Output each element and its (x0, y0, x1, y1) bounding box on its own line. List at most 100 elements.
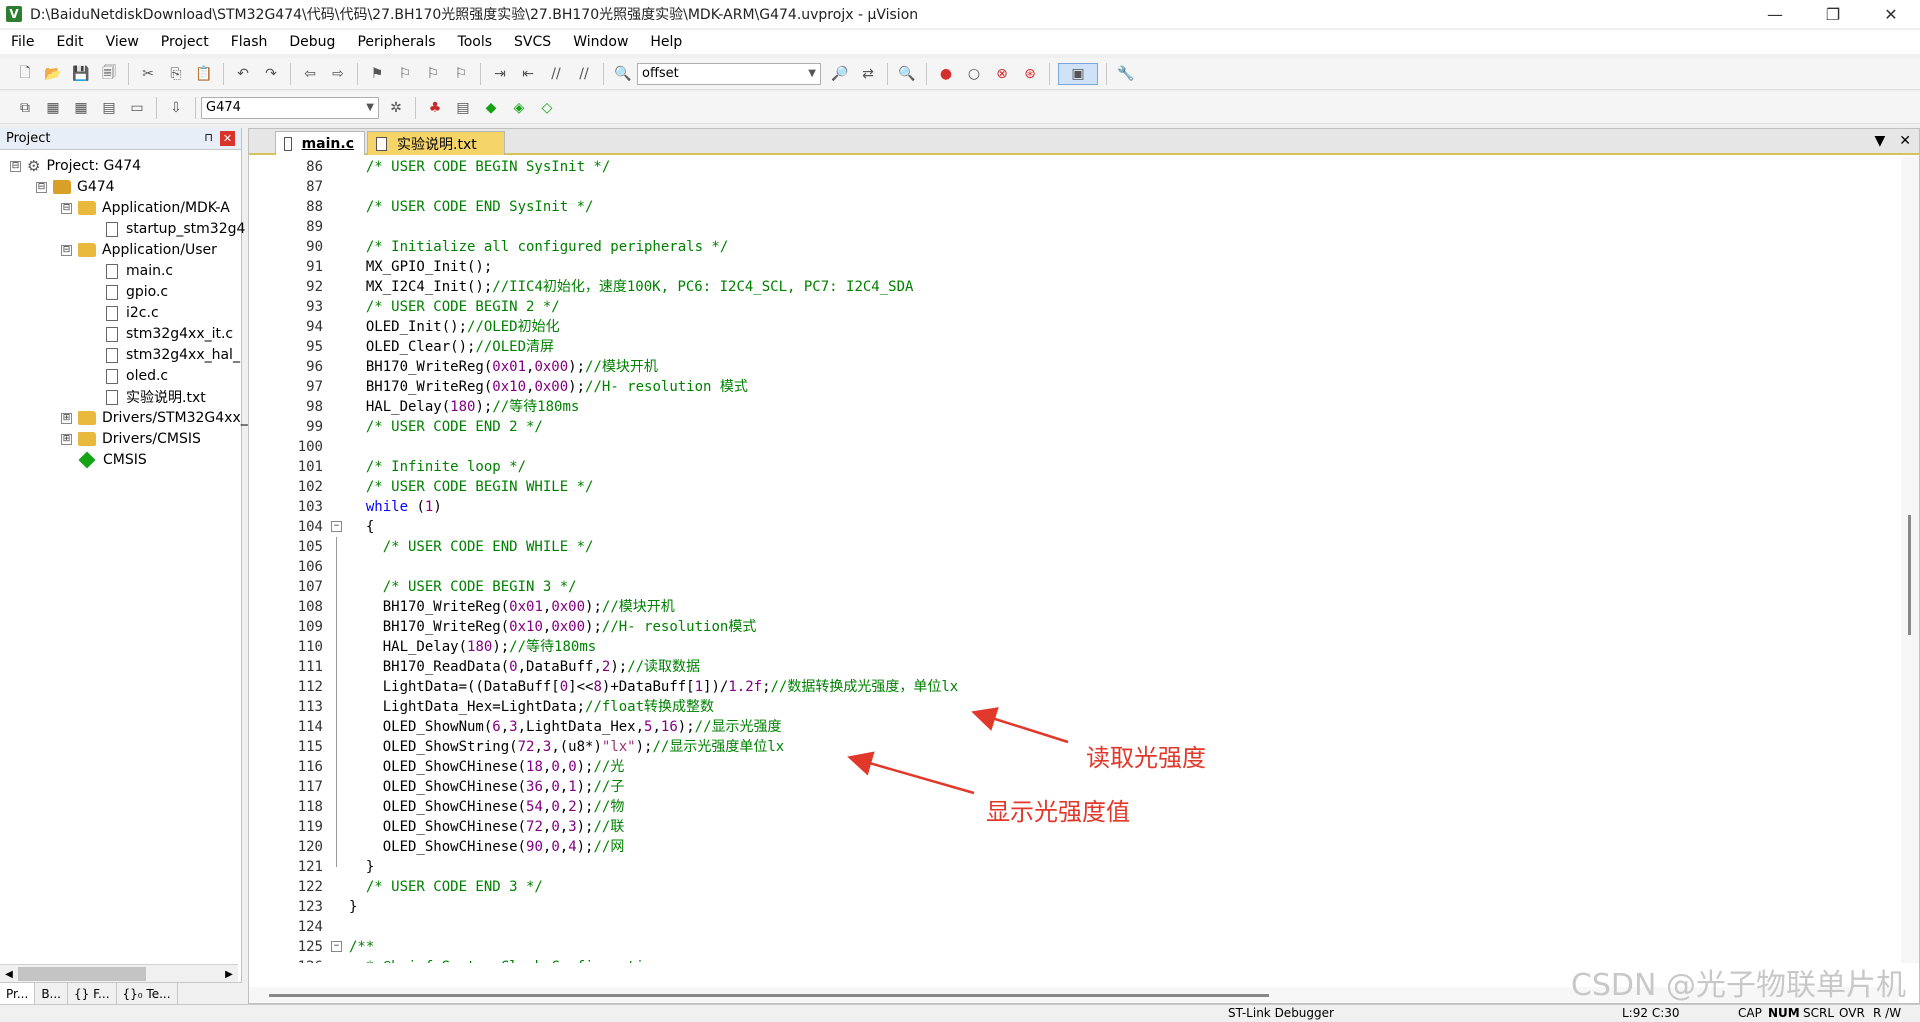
minimize-button[interactable]: — (1746, 0, 1804, 28)
code-line[interactable]: 122 /* USER CODE END 3 */ (249, 877, 1899, 897)
kill-breakpoints-icon[interactable]: ⊛ (1019, 63, 1041, 85)
disable-breakpoints-icon[interactable]: ⊗ (991, 63, 1013, 85)
tab-main-c[interactable]: main.c (275, 131, 365, 155)
fold-collapse-icon[interactable]: − (331, 941, 342, 952)
save-icon[interactable]: 💾 (70, 63, 92, 85)
scroll-thumb[interactable] (269, 994, 1269, 997)
next-bookmark-icon[interactable]: ⚐ (422, 63, 444, 85)
code-line[interactable]: 113 LightData_Hex=LightData;//float转换成整数 (249, 697, 1899, 717)
pin-icon[interactable]: ⊓ (204, 131, 213, 144)
code-line[interactable]: 121 } (249, 857, 1899, 877)
code-line[interactable]: 86 /* USER CODE BEGIN SysInit */ (249, 157, 1899, 177)
select-packs-icon[interactable]: ◆ (480, 97, 502, 119)
code-line[interactable]: 98 HAL_Delay(180);//等待180ms (249, 397, 1899, 417)
code-line[interactable]: 103 while (1) (249, 497, 1899, 517)
code-line[interactable]: 96 BH170_WriteReg(0x01,0x00);//模块开机 (249, 357, 1899, 377)
code-editor[interactable]: 86 /* USER CODE BEGIN SysInit */87 88 /* … (249, 157, 1899, 963)
find-combo[interactable]: offset ▼ (637, 62, 821, 85)
paste-icon[interactable]: 📋 (193, 63, 215, 85)
collapse-icon[interactable]: ⊟ (61, 244, 72, 256)
enable-breakpoint-icon[interactable]: ○ (963, 63, 985, 85)
code-line[interactable]: 100 (249, 437, 1899, 457)
code-line[interactable]: 124 (249, 917, 1899, 937)
file-extensions-icon[interactable]: ▤ (452, 97, 474, 119)
tree-node-cmsis[interactable]: CMSIS (78, 450, 147, 470)
tree-node-file[interactable]: 实验说明.txt (106, 387, 206, 407)
debug-session-icon[interactable]: 🔍 (896, 63, 918, 85)
insert-breakpoint-icon[interactable]: ● (935, 63, 957, 85)
menu-svcs[interactable]: SVCS (503, 34, 562, 50)
code-line[interactable]: 87 (249, 177, 1899, 197)
menu-project[interactable]: Project (150, 34, 220, 50)
code-line[interactable]: 106 (249, 557, 1899, 577)
code-line[interactable]: 107 /* USER CODE BEGIN 3 */ (249, 577, 1899, 597)
expand-icon[interactable]: ⊞ (61, 433, 72, 445)
copy-icon[interactable]: ⎘ (165, 63, 187, 85)
code-line[interactable]: 105 /* USER CODE END WHILE */ (249, 537, 1899, 557)
nav-back-icon[interactable]: ⇦ (299, 63, 321, 85)
menu-file[interactable]: File (0, 34, 45, 50)
tab-experiment-txt[interactable]: 实验说明.txt (367, 131, 505, 155)
menu-flash[interactable]: Flash (220, 34, 279, 50)
project-hscrollbar[interactable]: ◀ ▶ (0, 964, 238, 982)
code-line[interactable]: 102 /* USER CODE BEGIN WHILE */ (249, 477, 1899, 497)
code-line[interactable]: 93 /* USER CODE BEGIN 2 */ (249, 297, 1899, 317)
tree-node-file[interactable]: stm32g4xx_hal_ (106, 345, 240, 365)
code-line[interactable]: 89 (249, 217, 1899, 237)
close-tab-icon[interactable]: ✕ (1899, 133, 1911, 149)
code-line[interactable]: 114 OLED_ShowNum(6,3,LightData_Hex,5,16)… (249, 717, 1899, 737)
translate-icon[interactable]: ⧉ (14, 97, 36, 119)
target-combo[interactable]: G474 ▼ (201, 96, 379, 119)
code-line[interactable]: 116 OLED_ShowCHinese(18,0,0);//光 (249, 757, 1899, 777)
cut-icon[interactable]: ✂ (137, 63, 159, 85)
rebuild-icon[interactable]: ▦ (70, 97, 92, 119)
code-line[interactable]: 109 BH170_WriteReg(0x10,0x00);//H- resol… (249, 617, 1899, 637)
menu-help[interactable]: Help (639, 34, 693, 50)
tab-books[interactable]: B... (35, 983, 68, 1004)
code-line[interactable]: 120 OLED_ShowCHinese(90,0,4);//网 (249, 837, 1899, 857)
tree-node-app-user[interactable]: ⊟ Application/User (61, 240, 217, 260)
collapse-icon[interactable]: ⊟ (61, 202, 72, 214)
save-all-icon[interactable]: 🗐 (98, 63, 120, 85)
fold-collapse-icon[interactable]: − (331, 521, 342, 532)
close-button[interactable]: ✕ (1862, 0, 1920, 28)
download-icon[interactable]: ⇩ (165, 97, 187, 119)
tree-node-drivers-cmsis[interactable]: ⊞ Drivers/CMSIS (61, 429, 201, 449)
nav-forward-icon[interactable]: ⇨ (327, 63, 349, 85)
tab-list-icon[interactable]: ▼ (1874, 133, 1885, 149)
bookmark-icon[interactable]: ⚑ (366, 63, 388, 85)
target-options-icon[interactable]: ✲ (385, 97, 407, 119)
code-line[interactable]: 123} (249, 897, 1899, 917)
code-line[interactable]: 88 /* USER CODE END SysInit */ (249, 197, 1899, 217)
code-line[interactable]: 91 MX_GPIO_Init(); (249, 257, 1899, 277)
browse-icon[interactable]: ⇄ (857, 63, 879, 85)
incremental-find-icon[interactable]: 🔎 (829, 63, 851, 85)
tree-node-drivers-stm32[interactable]: ⊞ Drivers/STM32G4xx_ (61, 408, 248, 428)
code-line[interactable]: 125−/** (249, 937, 1899, 957)
collapse-icon[interactable]: ⊟ (36, 181, 47, 193)
code-line[interactable]: 110 HAL_Delay(180);//等待180ms (249, 637, 1899, 657)
stop-build-icon[interactable]: ▭ (126, 97, 148, 119)
unindent-icon[interactable]: ⇤ (517, 63, 539, 85)
close-panel-icon[interactable]: ✕ (220, 131, 235, 146)
new-file-icon[interactable]: 🗋 (14, 63, 36, 85)
collapse-icon[interactable]: ⊟ (10, 160, 21, 172)
scroll-thumb[interactable] (1908, 515, 1911, 635)
code-line[interactable]: 104− { (249, 517, 1899, 537)
tree-node-file[interactable]: oled.c (106, 366, 168, 386)
indent-icon[interactable]: ⇥ (489, 63, 511, 85)
find-in-files-icon[interactable]: 🔍 (612, 63, 634, 85)
uncomment-icon[interactable]: // (573, 63, 595, 85)
undo-icon[interactable]: ↶ (232, 63, 254, 85)
tab-functions[interactable]: {} F... (68, 983, 117, 1004)
tree-node-target[interactable]: ⊟ G474 (36, 177, 115, 197)
code-line[interactable]: 99 /* USER CODE END 2 */ (249, 417, 1899, 437)
build-icon[interactable]: ▦ (42, 97, 64, 119)
editor-vscrollbar[interactable] (1901, 157, 1919, 963)
tree-node-app-mdk[interactable]: ⊟ Application/MDK-A (61, 198, 230, 218)
tree-node-file[interactable]: stm32g4xx_it.c (106, 324, 233, 344)
menu-debug[interactable]: Debug (278, 34, 346, 50)
batch-build-icon[interactable]: ▤ (98, 97, 120, 119)
restore-button[interactable]: ❐ (1804, 0, 1862, 28)
manage-components-icon[interactable]: ♣ (424, 97, 446, 119)
